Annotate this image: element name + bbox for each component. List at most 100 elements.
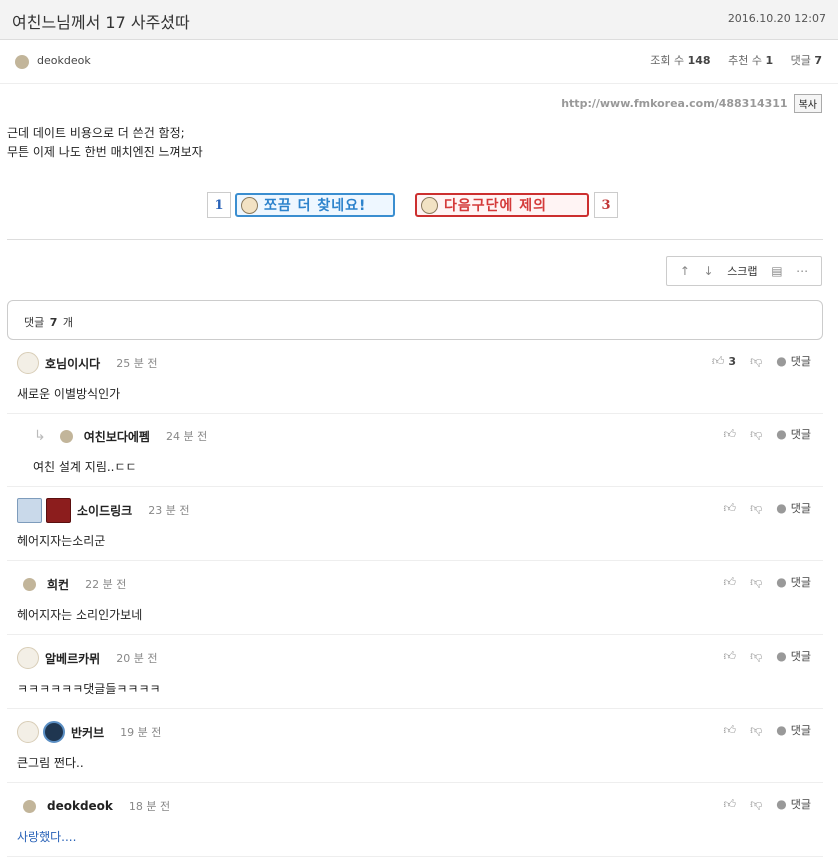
comment-text: ㅋㅋㅋㅋㅋㅋ댓글들ㅋㅋㅋㅋ (17, 682, 161, 696)
comment-item: 호님이시다 25 분 전 👍︎ 3 👎︎ ● 댓글 새로운 이별방식인가 (7, 340, 823, 414)
comment-actions: 👍︎ 👎︎ ● 댓글 (724, 721, 811, 739)
thumbs-down-icon[interactable]: 👎︎ (750, 723, 762, 738)
reply-button[interactable]: 댓글 (791, 500, 811, 516)
comment-header: 알베르카뮈 20 분 전 (17, 647, 157, 669)
comment-actions: 👍︎ 👎︎ ● 댓글 (724, 425, 811, 443)
thumbs-up-icon[interactable]: 👍︎ (724, 501, 737, 516)
comment-count-unit: 개 (62, 316, 74, 329)
author-name[interactable]: deokdeok (37, 54, 91, 67)
next-page-number[interactable]: 3 (594, 192, 618, 218)
comments-label: 댓글 (790, 54, 811, 67)
comment-item: 희컨 22 분 전 👍︎ 👎︎ ● 댓글 헤어지자는 소리인가보네 (7, 561, 823, 635)
comment-actions: 👍︎ 👎︎ ● 댓글 (724, 573, 811, 591)
arrow-down-icon[interactable]: ↓ (704, 264, 714, 278)
comments-count: 7 (814, 54, 822, 67)
thumbs-down-icon[interactable]: 👎︎ (750, 354, 762, 369)
comment-item: 소이드링크 23 분 전 👍︎ 👎︎ ● 댓글 헤어지자는소리군 (7, 487, 823, 561)
post-url[interactable]: http://www.fmkorea.com/488314311 (561, 97, 787, 110)
avatar[interactable] (59, 429, 73, 443)
comment-header-box: 댓글 7 개 (7, 300, 823, 340)
comment-actions: 👍︎ 👎︎ ● 댓글 (724, 647, 811, 665)
comment-item: deokdeok 18 분 전 👍︎ 👎︎ ● 댓글 사랑했다.... (7, 783, 823, 857)
comment-author[interactable]: 소이드링크 (77, 502, 132, 519)
more-icon[interactable]: ⋯ (796, 264, 808, 278)
comment-item: 반커브 19 분 전 👍︎ 👎︎ ● 댓글 큰그림 쩐다.. (7, 709, 823, 783)
comment-time: 25 분 전 (116, 357, 158, 370)
emoticon-face-icon (421, 196, 438, 214)
views-count: 148 (687, 54, 711, 67)
avatar[interactable] (17, 721, 39, 743)
reply-button[interactable]: 댓글 (791, 796, 811, 812)
speech-bubble-icon: ● (776, 649, 787, 663)
post-navigation: 1 쪼끔 더 찾네요! 다음구단에 제의 3 (207, 190, 618, 220)
speech-bubble-icon: ● (776, 354, 787, 368)
speech-bubble-icon: ● (776, 797, 787, 811)
avatar[interactable] (17, 352, 39, 374)
post-date: 2016.10.20 12:07 (727, 12, 826, 25)
reply-button[interactable]: 댓글 (791, 353, 811, 369)
post-title: 여친느님께서 17 사주셨따 (12, 13, 190, 32)
avatar[interactable] (23, 577, 36, 591)
comment-author[interactable]: deokdeok (47, 799, 113, 813)
thumbs-up-icon[interactable]: 👍︎ (724, 427, 737, 442)
avatar[interactable] (17, 497, 42, 523)
speech-bubble-icon: ● (776, 427, 787, 441)
avatar[interactable] (23, 799, 36, 813)
arrow-up-icon[interactable]: ↑ (680, 264, 690, 278)
comment-text: 큰그림 쩐다.. (17, 756, 84, 770)
scrap-button[interactable]: 스크랩 (727, 263, 757, 279)
thumbs-down-icon[interactable]: 👎︎ (750, 427, 762, 442)
post-title-bar: 여친느님께서 17 사주셨따 2016.10.20 12:07 (0, 0, 838, 40)
post-url-line: http://www.fmkorea.com/488314311 복사 (561, 93, 822, 113)
comment-author[interactable]: 반커브 (71, 724, 104, 741)
avatar[interactable] (17, 647, 39, 669)
next-post-button[interactable]: 다음구단에 제의 (415, 193, 589, 217)
comment-vote-count: 3 (728, 354, 737, 368)
comment-text: 사랑했다.... (17, 830, 77, 844)
comment-time: 24 분 전 (165, 430, 208, 443)
reply-button[interactable]: 댓글 (791, 648, 811, 664)
thumbs-up-icon[interactable]: 👍︎ (724, 797, 737, 812)
thumbs-up-icon[interactable]: 👍︎ (724, 723, 737, 738)
thumbs-down-icon[interactable]: 👎︎ (750, 797, 762, 812)
comment-text: 새로운 이별방식인가 (17, 387, 121, 401)
comment-author[interactable]: 여친보다에펨 (84, 428, 150, 445)
bar-chart-icon[interactable]: ▤ (771, 264, 782, 278)
thumbs-down-icon[interactable]: 👎︎ (750, 649, 762, 664)
recommend-count: 1 (765, 54, 774, 67)
post-content: 근데 데이트 비용으로 더 쓴건 함정; 무튼 이제 나도 한번 매치엔진 느껴… (7, 124, 203, 162)
views-label: 조회 수 (650, 54, 685, 67)
speech-bubble-icon: ● (776, 575, 787, 589)
comment-author[interactable]: 희컨 (47, 576, 69, 593)
comment-count-label: 댓글 (24, 316, 45, 329)
prev-post-button[interactable]: 쪼끔 더 찾네요! (235, 193, 395, 217)
comment-author[interactable]: 호님이시다 (45, 355, 100, 372)
emoticon-face-icon (241, 196, 258, 214)
prev-post-label: 쪼끔 더 찾네요! (264, 198, 367, 214)
comment-count: 댓글 7 개 (24, 314, 73, 330)
post-content-line: 근데 데이트 비용으로 더 쓴건 함정; (7, 126, 185, 140)
comment-header: 반커브 19 분 전 (17, 721, 161, 743)
prev-page-number[interactable]: 1 (207, 192, 231, 218)
content-divider (7, 239, 823, 240)
comment-actions: 👍︎ 3 👎︎ ● 댓글 (712, 352, 811, 370)
recommend-label: 추천 수 (728, 54, 762, 67)
thumbs-up-icon[interactable]: 👍︎ (712, 354, 725, 369)
copy-url-button[interactable]: 복사 (793, 93, 822, 113)
comment-header: 소이드링크 23 분 전 (17, 497, 189, 523)
author-avatar (15, 55, 29, 69)
thumbs-up-icon[interactable]: 👍︎ (724, 575, 737, 590)
comment-text: 헤어지자는소리군 (17, 534, 106, 548)
comment-header: deokdeok 18 분 전 (17, 795, 170, 817)
comment-author[interactable]: 알베르카뮈 (45, 650, 100, 667)
comment-text: 헤어지자는 소리인가보네 (17, 608, 143, 622)
reply-arrow-icon: ↳ (34, 428, 46, 444)
reply-button[interactable]: 댓글 (791, 722, 811, 738)
thumbs-up-icon[interactable]: 👍︎ (724, 649, 737, 664)
comment-header: 희컨 22 분 전 (17, 573, 126, 595)
comment-item: 알베르카뮈 20 분 전 👍︎ 👎︎ ● 댓글 ㅋㅋㅋㅋㅋㅋ댓글들ㅋㅋㅋㅋ (7, 635, 823, 709)
thumbs-down-icon[interactable]: 👎︎ (750, 501, 762, 516)
reply-button[interactable]: 댓글 (791, 574, 811, 590)
thumbs-down-icon[interactable]: 👎︎ (750, 575, 762, 590)
reply-button[interactable]: 댓글 (791, 426, 811, 442)
